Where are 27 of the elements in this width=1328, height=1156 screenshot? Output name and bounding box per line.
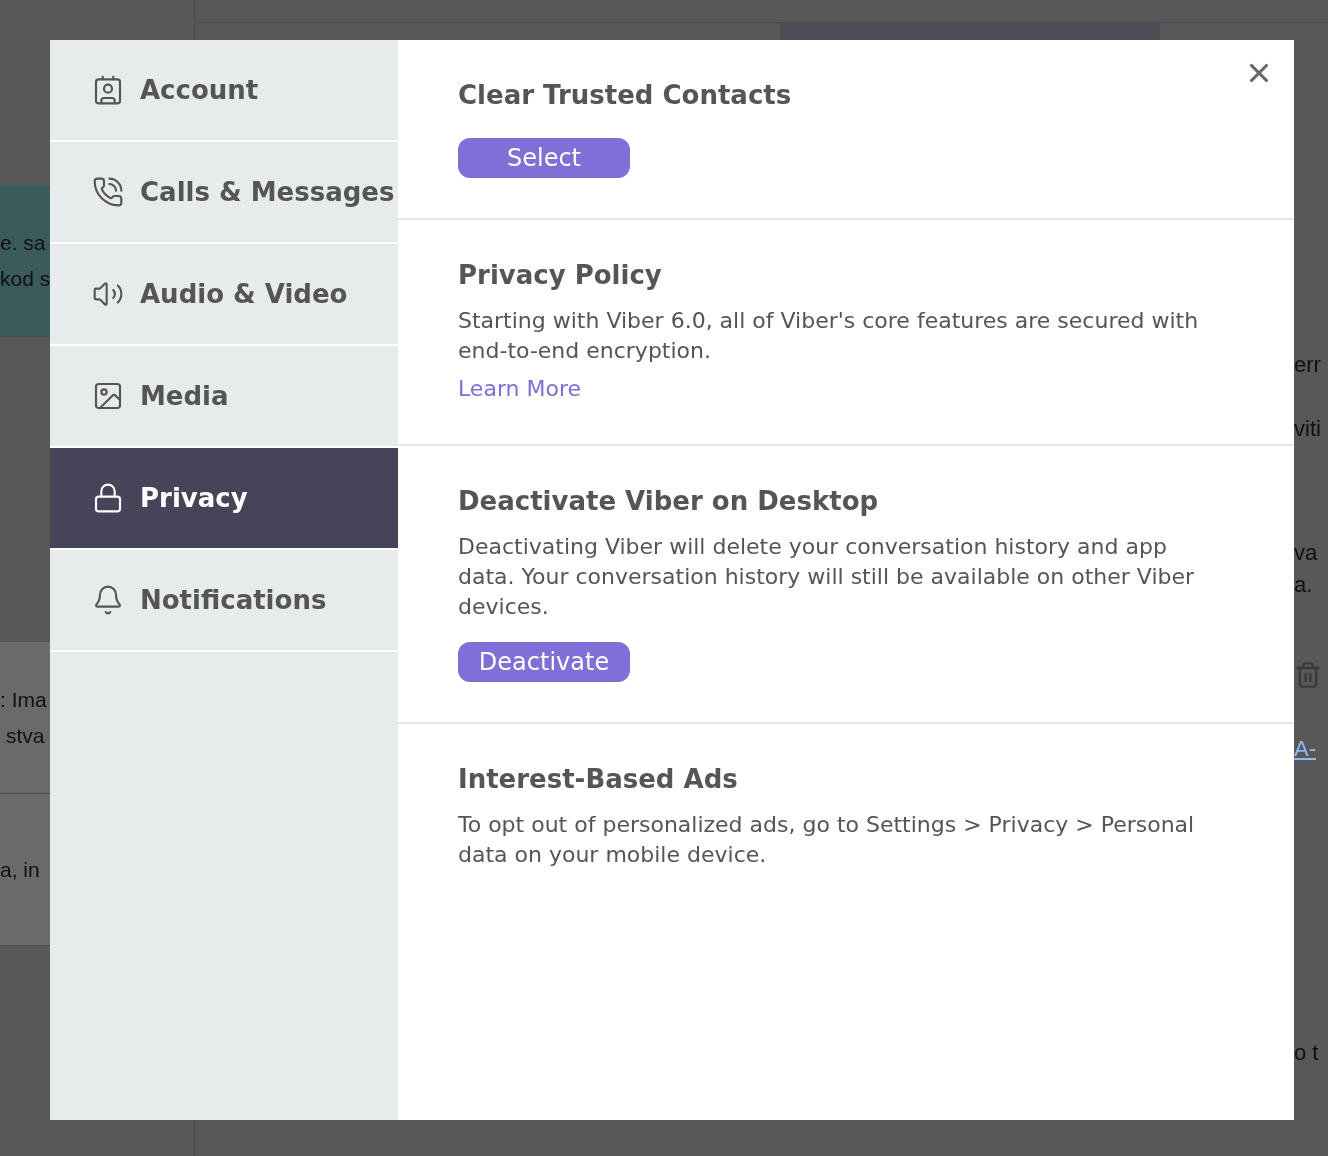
section-button[interactable]: Select bbox=[458, 138, 630, 178]
chat-preview-text: e. sa bbox=[0, 229, 46, 256]
message-text: viti bbox=[1294, 415, 1321, 443]
sidebar-item[interactable]: Privacy bbox=[50, 448, 398, 550]
section-title: Privacy Policy bbox=[458, 259, 663, 292]
learn-more-link[interactable]: Learn More bbox=[458, 374, 582, 404]
phone-icon bbox=[92, 176, 124, 208]
image-icon bbox=[92, 380, 124, 412]
section-title: Deactivate Viber on Desktop bbox=[458, 485, 880, 518]
chat-preview-text: a, in bbox=[0, 856, 40, 883]
section-button[interactable]: Deactivate bbox=[458, 642, 630, 682]
message-link[interactable]: A- bbox=[1294, 733, 1316, 765]
lock-icon bbox=[92, 482, 124, 514]
chat-preview-text: kod s bbox=[0, 265, 51, 292]
chat-preview-text: stva bbox=[5, 722, 45, 749]
section-description: Deactivating Viber will delete your conversation history and app data. Your conversation history will still be available on other Viber devices. bbox=[458, 533, 1196, 621]
message-text: err bbox=[1294, 351, 1321, 379]
section-title: Interest-Based Ads bbox=[458, 763, 739, 796]
message-text: va bbox=[1294, 539, 1318, 567]
section-description: Starting with Viber 6.0, all of Viber's core features are secured with end-to-end encryption. bbox=[458, 307, 1200, 365]
message-text: o t bbox=[1294, 1039, 1319, 1067]
message-text: a. bbox=[1294, 571, 1313, 599]
section-description: To opt out of personalized ads, go to Settings > Privacy > Personal data on your mobile device. bbox=[458, 811, 1196, 869]
bell-icon bbox=[92, 584, 124, 616]
section-title: Clear Trusted Contacts bbox=[458, 79, 793, 112]
chat-preview-text: : Ima bbox=[0, 686, 47, 713]
contact-card-icon bbox=[92, 74, 124, 106]
